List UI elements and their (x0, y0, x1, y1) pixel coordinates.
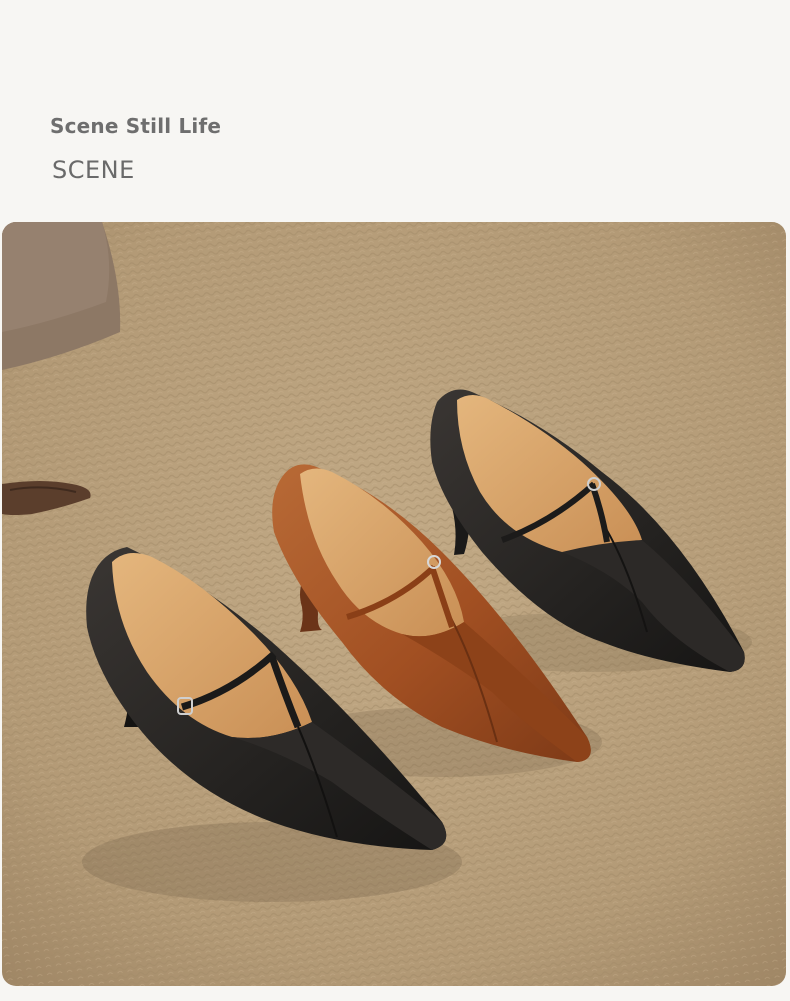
header-section: Scene Still Life SCENE (0, 0, 790, 222)
section-subtitle: SCENE (52, 156, 135, 184)
product-photo (2, 222, 786, 986)
section-title: Scene Still Life (50, 114, 222, 138)
